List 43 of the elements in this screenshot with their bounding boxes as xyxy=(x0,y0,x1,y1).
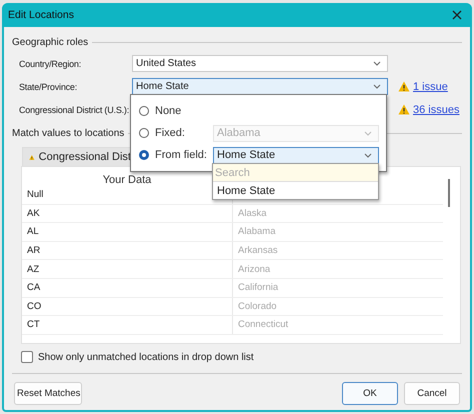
group-title: Geographic roles xyxy=(12,36,88,48)
chevron-icon xyxy=(364,130,372,136)
value-dropdown[interactable]: Home State xyxy=(213,146,379,164)
tab-label: Congressional Dist xyxy=(38,151,131,163)
warning-icon xyxy=(398,104,410,115)
table-cell: AR xyxy=(27,245,40,256)
value-dropdown: Alabama xyxy=(213,124,379,142)
warning-icon xyxy=(398,81,410,92)
search-field[interactable]: Search xyxy=(213,164,378,182)
close-icon[interactable] xyxy=(452,10,462,20)
table-cell: CA xyxy=(27,282,40,294)
dialog-button[interactable]: Reset Matches xyxy=(14,382,82,405)
field-label: Congressional District (U.S.): xyxy=(19,104,130,114)
field-label: Country/Region: xyxy=(19,58,82,68)
table-tab[interactable]: Congressional Dist xyxy=(22,147,132,166)
role-dropdown[interactable]: United States xyxy=(132,55,388,72)
chevron-icon xyxy=(373,61,381,66)
checkbox-label: Show only unmatched locations in drop down list xyxy=(38,352,254,362)
list-item[interactable]: Home State xyxy=(213,182,378,199)
scrollbar-thumb[interactable] xyxy=(448,179,450,207)
option-label: None xyxy=(155,105,182,117)
table-cell: AL xyxy=(27,226,39,238)
column-header: Your Data xyxy=(102,174,152,186)
chevron-icon xyxy=(373,84,381,89)
role-dropdown[interactable]: Home State xyxy=(132,78,388,95)
window-title: Edit Locations xyxy=(8,9,74,21)
field-label: State/Province: xyxy=(19,82,78,92)
radio-button[interactable] xyxy=(139,106,149,116)
table-cell: CO xyxy=(27,300,42,312)
dialog-button[interactable]: OK xyxy=(342,382,398,405)
chevron-icon xyxy=(364,152,372,158)
radio-button[interactable] xyxy=(139,150,149,160)
table-cell: AZ xyxy=(27,264,40,275)
table-cell: AK xyxy=(27,208,40,219)
table-cell: Null xyxy=(27,189,44,200)
issues-link[interactable]: 1 issue xyxy=(413,80,448,92)
option-label: From field: xyxy=(155,149,208,161)
checkbox[interactable] xyxy=(21,351,33,363)
dialog-button[interactable]: Cancel xyxy=(404,382,460,405)
table-cell: CT xyxy=(27,319,40,330)
group-title: Match values to locations xyxy=(12,128,124,138)
issues-link[interactable]: 36 issues xyxy=(413,104,460,116)
option-label: Fixed: xyxy=(155,127,186,139)
